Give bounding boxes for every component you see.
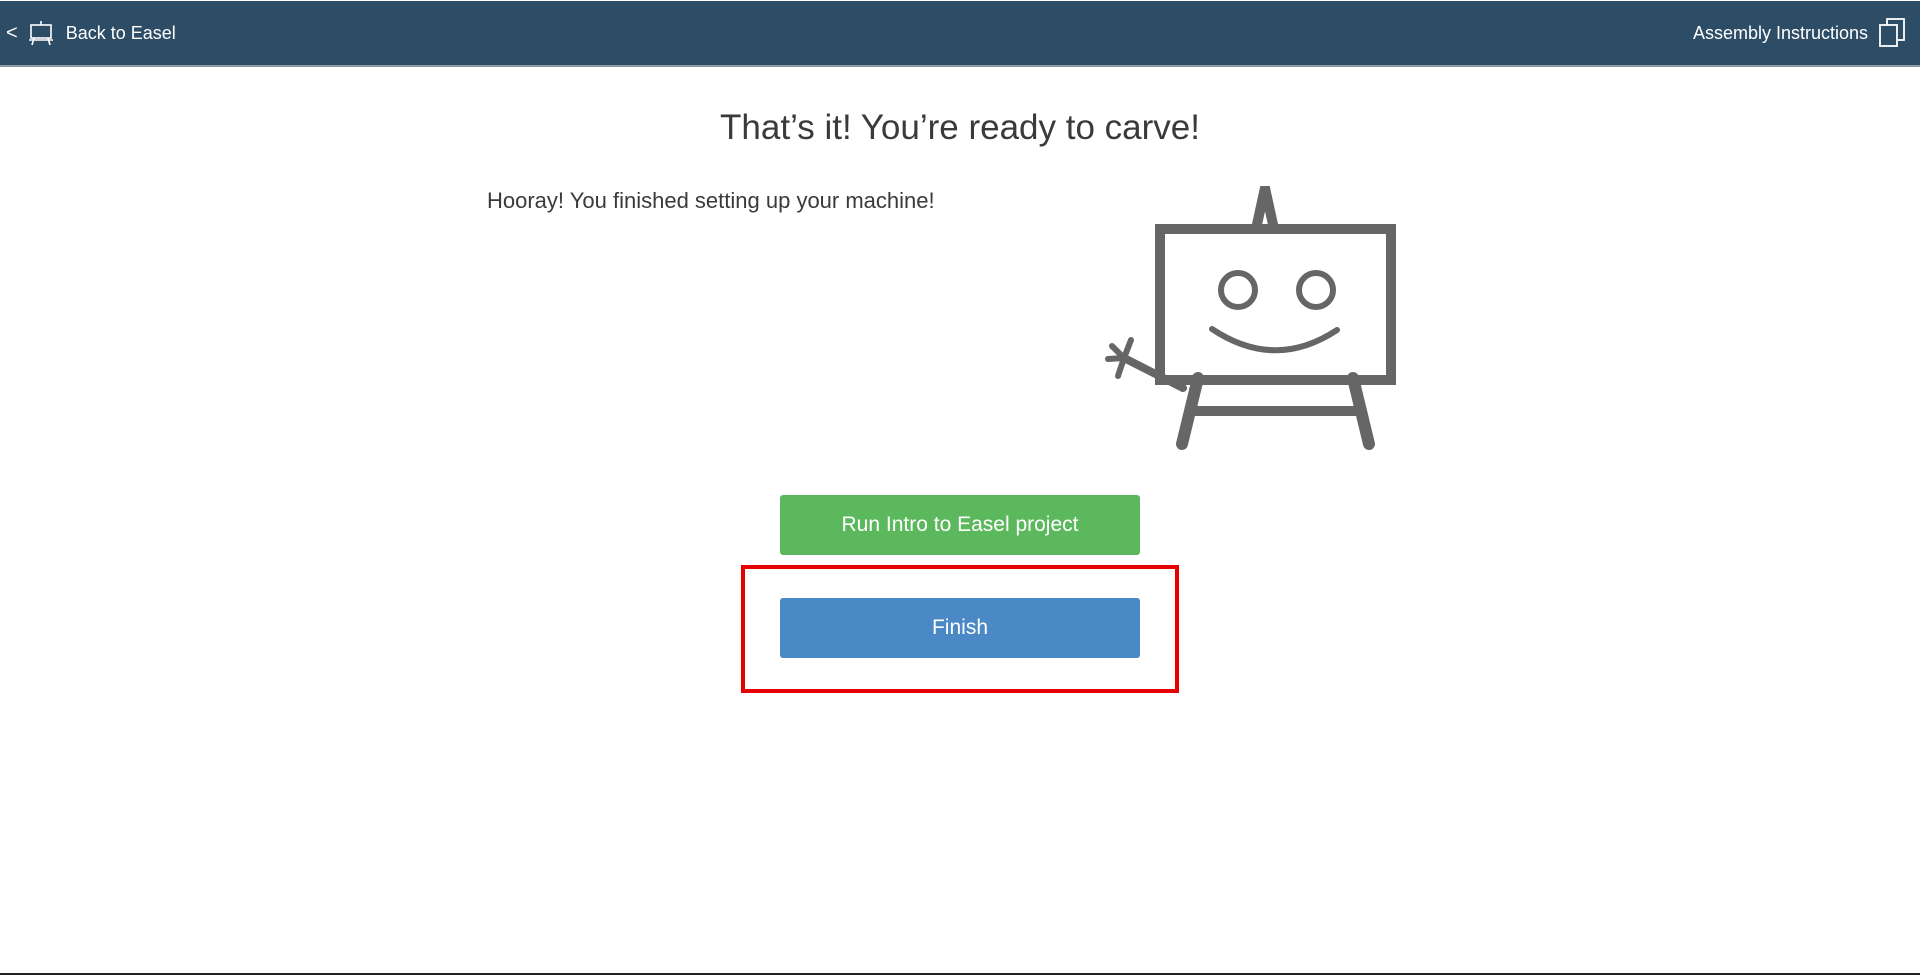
back-to-easel-link[interactable]: < Back to Easel [6,1,176,65]
easel-robot-illustration [1105,186,1396,450]
top-navigation-bar: < Back to Easel Assembly Instructions [0,1,1920,67]
easel-icon [28,21,53,46]
back-to-easel-label: Back to Easel [65,22,176,43]
assembly-instructions-link[interactable]: Assembly Instructions [1693,1,1906,65]
copy-icon [1879,18,1905,47]
page: < Back to Easel Assembly Instructions Th… [0,0,1920,976]
finish-button[interactable]: Finish [780,598,1140,658]
page-title: That’s it! You’re ready to carve! [720,108,1200,147]
assembly-instructions-label: Assembly Instructions [1692,22,1868,43]
completion-message: Hooray! You finished setting up your mac… [487,188,935,213]
chevron-left-icon: < [6,21,18,44]
run-intro-project-button[interactable]: Run Intro to Easel project [780,495,1140,555]
bottom-divider [0,973,1920,975]
